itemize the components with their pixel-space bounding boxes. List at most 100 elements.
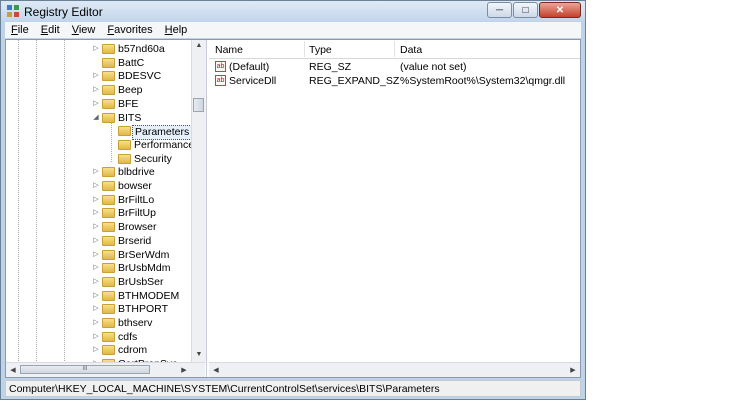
tree-item-blbdrive[interactable]: ▷ blbdrive [6,166,192,180]
tree-item-brfiltup[interactable]: ▷ BrFiltUp [6,207,192,221]
collapse-arrow-icon[interactable]: ◢ [92,114,100,122]
tree-item-b57nd60a[interactable]: ▷ b57nd60a [6,43,192,57]
expand-arrow-icon[interactable]: ▷ [92,319,100,327]
expand-arrow-icon[interactable]: ▷ [92,86,100,94]
column-header-type[interactable]: Type [309,44,332,56]
tree-item-bits[interactable]: ◢ BITS [6,112,192,126]
tree-item-label: BDESVC [118,70,162,83]
tree-item-bdesvc[interactable]: ▷ BDESVC [6,70,192,84]
expand-arrow-icon[interactable]: ▷ [92,292,100,300]
expand-arrow-icon[interactable]: ▷ [92,346,100,354]
title-bar[interactable]: Registry Editor ─ □ ✕ [1,1,585,21]
tree-item-label: BTHPORT [118,303,168,316]
scroll-right-arrow-icon[interactable]: ▶ [566,366,580,374]
value-row[interactable]: ab ServiceDll REG_EXPAND_SZ %SystemRoot%… [209,74,580,88]
expand-arrow-icon[interactable]: ▷ [92,333,100,341]
folder-icon [102,249,115,260]
maximize-button[interactable]: □ [513,2,538,18]
folder-icon [102,98,115,109]
tree-horizontal-scrollbar[interactable]: ◀ III ▶ [6,362,205,377]
tree-vertical-scrollbar[interactable]: ▲ ▼ [191,40,206,363]
registry-editor-icon [7,5,19,17]
tree-item-brusbmdm[interactable]: ▷ BrUsbMdm [6,262,192,276]
tree-item-performance[interactable]: Performance [6,139,194,153]
tree-item-bfe[interactable]: ▷ BFE [6,98,192,112]
tree-item-brfiltlo[interactable]: ▷ BrFiltLo [6,194,192,208]
tree-hscroll-thumb[interactable]: III [20,365,150,374]
tree-item-label: Security [134,152,172,165]
value-name: ServiceDll [229,75,277,87]
value-type: REG_SZ [309,61,352,73]
menu-favorites[interactable]: Favorites [101,24,158,36]
tree-item-battc[interactable]: BattC [6,57,192,71]
tree-item-brserid[interactable]: ▷ Brserid [6,235,192,249]
scroll-left-arrow-icon[interactable]: ◀ [6,366,20,374]
menu-help[interactable]: Help [159,24,194,36]
expand-arrow-icon [108,141,116,149]
folder-icon [102,181,115,191]
expand-arrow-icon [92,59,100,67]
menu-edit[interactable]: Edit [35,24,66,36]
expand-arrow-icon[interactable]: ▷ [92,209,100,217]
close-button[interactable]: ✕ [539,2,581,18]
tree-item-label: BFE [118,97,139,110]
tree-item-cdrom[interactable]: ▷ cdrom [6,344,192,358]
folder-icon [118,139,131,150]
folder-icon [102,57,115,68]
values-list[interactable]: Name Type Data ab (Default) REG_SZ (valu… [209,40,580,377]
tree-item-label: BrUsbMdm [118,262,171,275]
expand-arrow-icon[interactable]: ▷ [92,264,100,272]
column-header-data[interactable]: Data [400,44,422,56]
scroll-down-arrow-icon[interactable]: ▼ [192,351,206,358]
tree-item-security[interactable]: Security [6,153,192,167]
scroll-left-arrow-icon[interactable]: ◀ [209,366,223,374]
column-divider[interactable] [394,41,395,57]
expand-arrow-icon[interactable]: ▷ [92,100,100,108]
tree-item-label: BITS [118,111,142,124]
tree-item-label: BrFiltUp [118,207,156,220]
expand-arrow-icon[interactable]: ▷ [92,223,100,231]
tree-item-bthserv[interactable]: ▷ bthserv [6,317,192,331]
minimize-button[interactable]: ─ [487,2,512,18]
folder-icon [102,263,115,274]
menu-file[interactable]: File [5,24,35,36]
tree-scroll-thumb[interactable] [193,98,204,112]
tree-item-label: BrFiltLo [118,193,155,206]
scroll-right-arrow-icon[interactable]: ▶ [177,366,191,374]
expand-arrow-icon[interactable]: ▷ [92,305,100,313]
folder-icon [102,304,115,315]
tree-item-brserwdm[interactable]: ▷ BrSerWdm [6,249,192,263]
expand-arrow-icon [108,127,116,135]
tree-item-bthport[interactable]: ▷ BTHPORT [6,303,192,317]
tree-item-parameters[interactable]: Parameters [6,125,193,141]
tree-item-bthmodem[interactable]: ▷ BTHMODEM [6,290,192,304]
list-horizontal-scrollbar[interactable]: ◀ ▶ [209,362,580,377]
tree-item-cdfs[interactable]: ▷ cdfs [6,331,192,345]
folder-icon [102,71,115,82]
value-row[interactable]: ab (Default) REG_SZ (value not set) [209,60,580,74]
registry-tree[interactable]: ▷ b57nd60a BattC ▷ BDESVC ▷ Beep ▷ BFE ◢ BITS Param… [6,40,207,377]
expand-arrow-icon[interactable]: ▷ [92,237,100,245]
expand-arrow-icon[interactable]: ▷ [92,45,100,53]
menu-view[interactable]: View [66,24,102,36]
expand-arrow-icon[interactable]: ▷ [92,196,100,204]
column-divider[interactable] [304,41,305,57]
folder-icon [102,194,115,205]
tree-item-brusbser[interactable]: ▷ BrUsbSer [6,276,192,290]
tree-item-browser[interactable]: ▷ Browser [6,221,192,235]
column-header-name[interactable]: Name [215,44,243,56]
expand-arrow-icon[interactable]: ▷ [92,278,100,286]
expand-arrow-icon[interactable]: ▷ [92,72,100,80]
expand-arrow-icon [108,155,116,163]
scroll-up-arrow-icon[interactable]: ▲ [192,42,206,49]
tree-item-beep[interactable]: ▷ Beep [6,84,192,98]
tree-item-bowser[interactable]: ▷ bowser [6,180,192,194]
folder-icon [102,235,115,246]
expand-arrow-icon[interactable]: ▷ [92,168,100,176]
expand-arrow-icon[interactable]: ▷ [92,251,100,259]
tree-item-label: bthserv [118,317,153,329]
folder-icon [102,112,115,123]
tree-item-label: cdfs [118,330,138,343]
status-bar: Computer\HKEY_LOCAL_MACHINE\SYSTEM\Curre… [5,380,581,397]
expand-arrow-icon[interactable]: ▷ [92,182,100,190]
